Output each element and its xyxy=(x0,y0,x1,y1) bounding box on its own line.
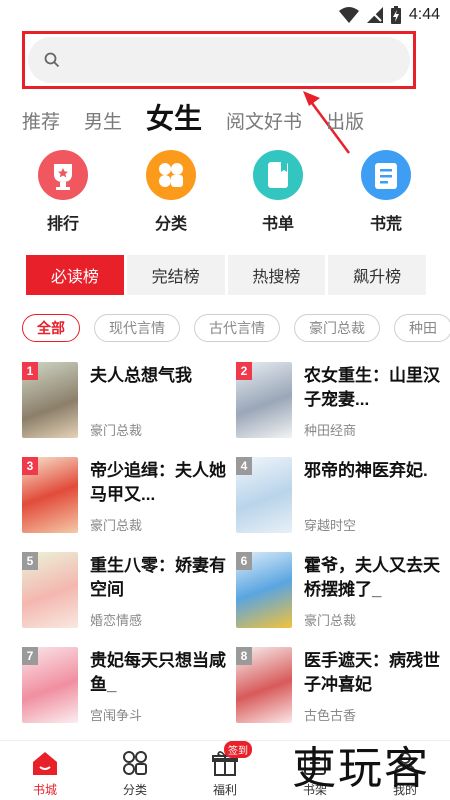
book-item[interactable]: 1 夫人总想气我 豪门总裁 xyxy=(22,362,232,442)
shortcut-booklack[interactable]: 书荒 xyxy=(346,150,426,234)
book-item[interactable]: 4 邪帝的神医弃妃. 穿越时空 xyxy=(236,457,446,537)
sign-in-badge: 签到 xyxy=(224,741,252,758)
status-bar: 4:44 xyxy=(0,0,450,30)
search-bar[interactable] xyxy=(28,37,410,83)
rank-tabs: 必读榜 完结榜 热搜榜 飙升榜 xyxy=(26,255,426,295)
genre-chip-ancient[interactable]: 古代言情 xyxy=(194,314,280,342)
nav-category[interactable]: 分类 xyxy=(90,741,180,800)
nav-label: 分类 xyxy=(122,783,147,797)
book-title: 霍爷，夫人又去天桥摆摊了_ xyxy=(304,556,440,599)
shortcut-category[interactable]: 分类 xyxy=(131,150,211,234)
book-item[interactable]: 5 重生八零：娇妻有空间 婚恋情感 xyxy=(22,552,232,632)
battery-charging-icon xyxy=(390,6,401,24)
rank-badge: 3 xyxy=(22,457,38,475)
status-icons: 4:44 xyxy=(338,6,440,24)
house-icon xyxy=(33,752,57,775)
book-category: 种田经商 xyxy=(304,423,357,438)
book-title: 重生八零：娇妻有空间 xyxy=(90,556,226,599)
genre-chip-farming[interactable]: 种田 xyxy=(394,314,450,342)
shortcut-label: 分类 xyxy=(154,216,187,233)
tab-female[interactable]: 女生 xyxy=(146,96,202,142)
book-category: 宫闱争斗 xyxy=(90,708,143,723)
book-category: 穿越时空 xyxy=(304,518,357,533)
search-icon xyxy=(44,52,60,68)
no-signal-icon xyxy=(366,7,383,23)
book-category: 古色古香 xyxy=(304,708,357,723)
book-title: 帝少追缉：夫人她马甲又... xyxy=(90,461,226,504)
rank-badge: 5 xyxy=(22,552,38,570)
wifi-icon xyxy=(338,7,359,23)
nav-label: 书城 xyxy=(32,783,57,797)
book-item[interactable]: 3 帝少追缉：夫人她马甲又... 豪门总裁 xyxy=(22,457,232,537)
site-watermark: 吏玩客 xyxy=(292,743,430,794)
tab-recommend[interactable]: 推荐 xyxy=(22,104,60,142)
book-category: 婚恋情感 xyxy=(90,613,143,628)
book-category: 豪门总裁 xyxy=(90,423,143,438)
tab-male[interactable]: 男生 xyxy=(84,104,122,142)
shortcut-ranking[interactable]: 排行 xyxy=(23,150,103,234)
shortcut-label: 书荒 xyxy=(369,216,402,233)
rank-tab-hot-search[interactable]: 热搜榜 xyxy=(227,255,326,295)
rank-badge: 7 xyxy=(22,647,38,665)
book-item[interactable]: 8 医手遮天：病残世子冲喜妃 古色古香 xyxy=(236,647,446,727)
book-title: 贵妃每天只想当咸鱼_ xyxy=(90,651,226,694)
book-icon xyxy=(253,150,303,200)
rank-badge: 1 xyxy=(22,362,38,380)
rank-tab-rising[interactable]: 飙升榜 xyxy=(328,255,426,295)
nav-welfare[interactable]: 签到 福利 xyxy=(180,741,270,800)
book-title: 医手遮天：病残世子冲喜妃 xyxy=(304,651,440,694)
rank-tab-must-read[interactable]: 必读榜 xyxy=(26,255,124,295)
book-category: 豪门总裁 xyxy=(304,613,357,628)
tab-yuewen[interactable]: 阅文好书 xyxy=(226,104,302,142)
book-title: 夫人总想气我 xyxy=(90,366,192,385)
rank-tab-completed[interactable]: 完结榜 xyxy=(126,255,225,295)
genre-chip-ceo[interactable]: 豪门总裁 xyxy=(294,314,380,342)
list-icon xyxy=(361,150,411,200)
nav-label: 福利 xyxy=(212,783,237,797)
shortcut-label: 书单 xyxy=(261,216,294,233)
nav-bookstore[interactable]: 书城 xyxy=(0,741,90,800)
status-time: 4:44 xyxy=(408,6,440,23)
genre-filters: 全部 现代言情 古代言情 豪门总裁 种田 xyxy=(22,314,450,344)
book-item[interactable]: 2 农女重生：山里汉子宠妻... 种田经商 xyxy=(236,362,446,442)
rank-badge: 2 xyxy=(236,362,252,380)
book-title: 邪帝的神医弃妃. xyxy=(304,461,428,480)
grid-icon xyxy=(146,150,196,200)
book-item[interactable]: 7 贵妃每天只想当咸鱼_ 宫闱争斗 xyxy=(22,647,232,727)
genre-chip-modern[interactable]: 现代言情 xyxy=(94,314,180,342)
shortcut-label: 排行 xyxy=(46,216,79,233)
book-category: 豪门总裁 xyxy=(90,518,143,533)
genre-chip-all[interactable]: 全部 xyxy=(22,314,80,342)
book-item[interactable]: 6 霍爷，夫人又去天桥摆摊了_ 豪门总裁 xyxy=(236,552,446,632)
search-input[interactable] xyxy=(68,47,394,75)
rank-badge: 4 xyxy=(236,457,252,475)
rank-badge: 8 xyxy=(236,647,252,665)
tab-publish[interactable]: 出版 xyxy=(326,104,364,142)
category-shortcuts: 排行 分类 书单 书荒 xyxy=(0,150,450,240)
trophy-icon xyxy=(38,150,88,200)
rank-badge: 6 xyxy=(236,552,252,570)
search-highlight-frame xyxy=(22,31,416,89)
book-title: 农女重生：山里汉子宠妻... xyxy=(304,366,440,409)
shortcut-booklist[interactable]: 书单 xyxy=(238,150,318,234)
channel-tabs: 推荐 男生 女生 阅文好书 出版 xyxy=(22,96,388,142)
grid-icon xyxy=(123,751,147,775)
